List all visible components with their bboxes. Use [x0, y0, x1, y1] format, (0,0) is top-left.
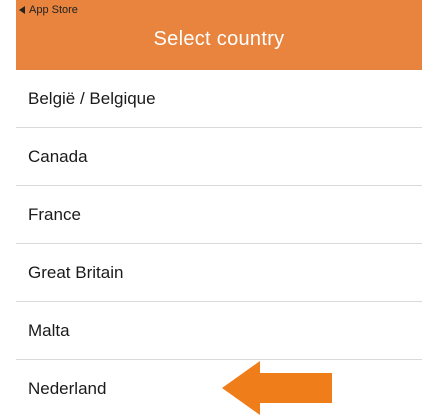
- country-item-great-britain[interactable]: Great Britain: [16, 244, 422, 302]
- country-item-malta[interactable]: Malta: [16, 302, 422, 360]
- back-link-label: App Store: [29, 4, 78, 16]
- page-title: Select country: [153, 28, 285, 50]
- country-list: België / Belgique Canada France Great Br…: [16, 70, 422, 417]
- country-item-canada[interactable]: Canada: [16, 128, 422, 186]
- country-item-nederland[interactable]: Nederland: [16, 360, 422, 417]
- navigation-header: App Store Select country: [16, 0, 422, 70]
- back-triangle-icon: [19, 6, 25, 14]
- left-arrow-icon: [222, 361, 332, 415]
- select-country-screen: App Store Select country België / Belgiq…: [0, 0, 438, 417]
- country-item-france[interactable]: France: [16, 186, 422, 244]
- back-to-app-store-link[interactable]: App Store: [16, 0, 78, 20]
- country-item-belgium[interactable]: België / Belgique: [16, 70, 422, 128]
